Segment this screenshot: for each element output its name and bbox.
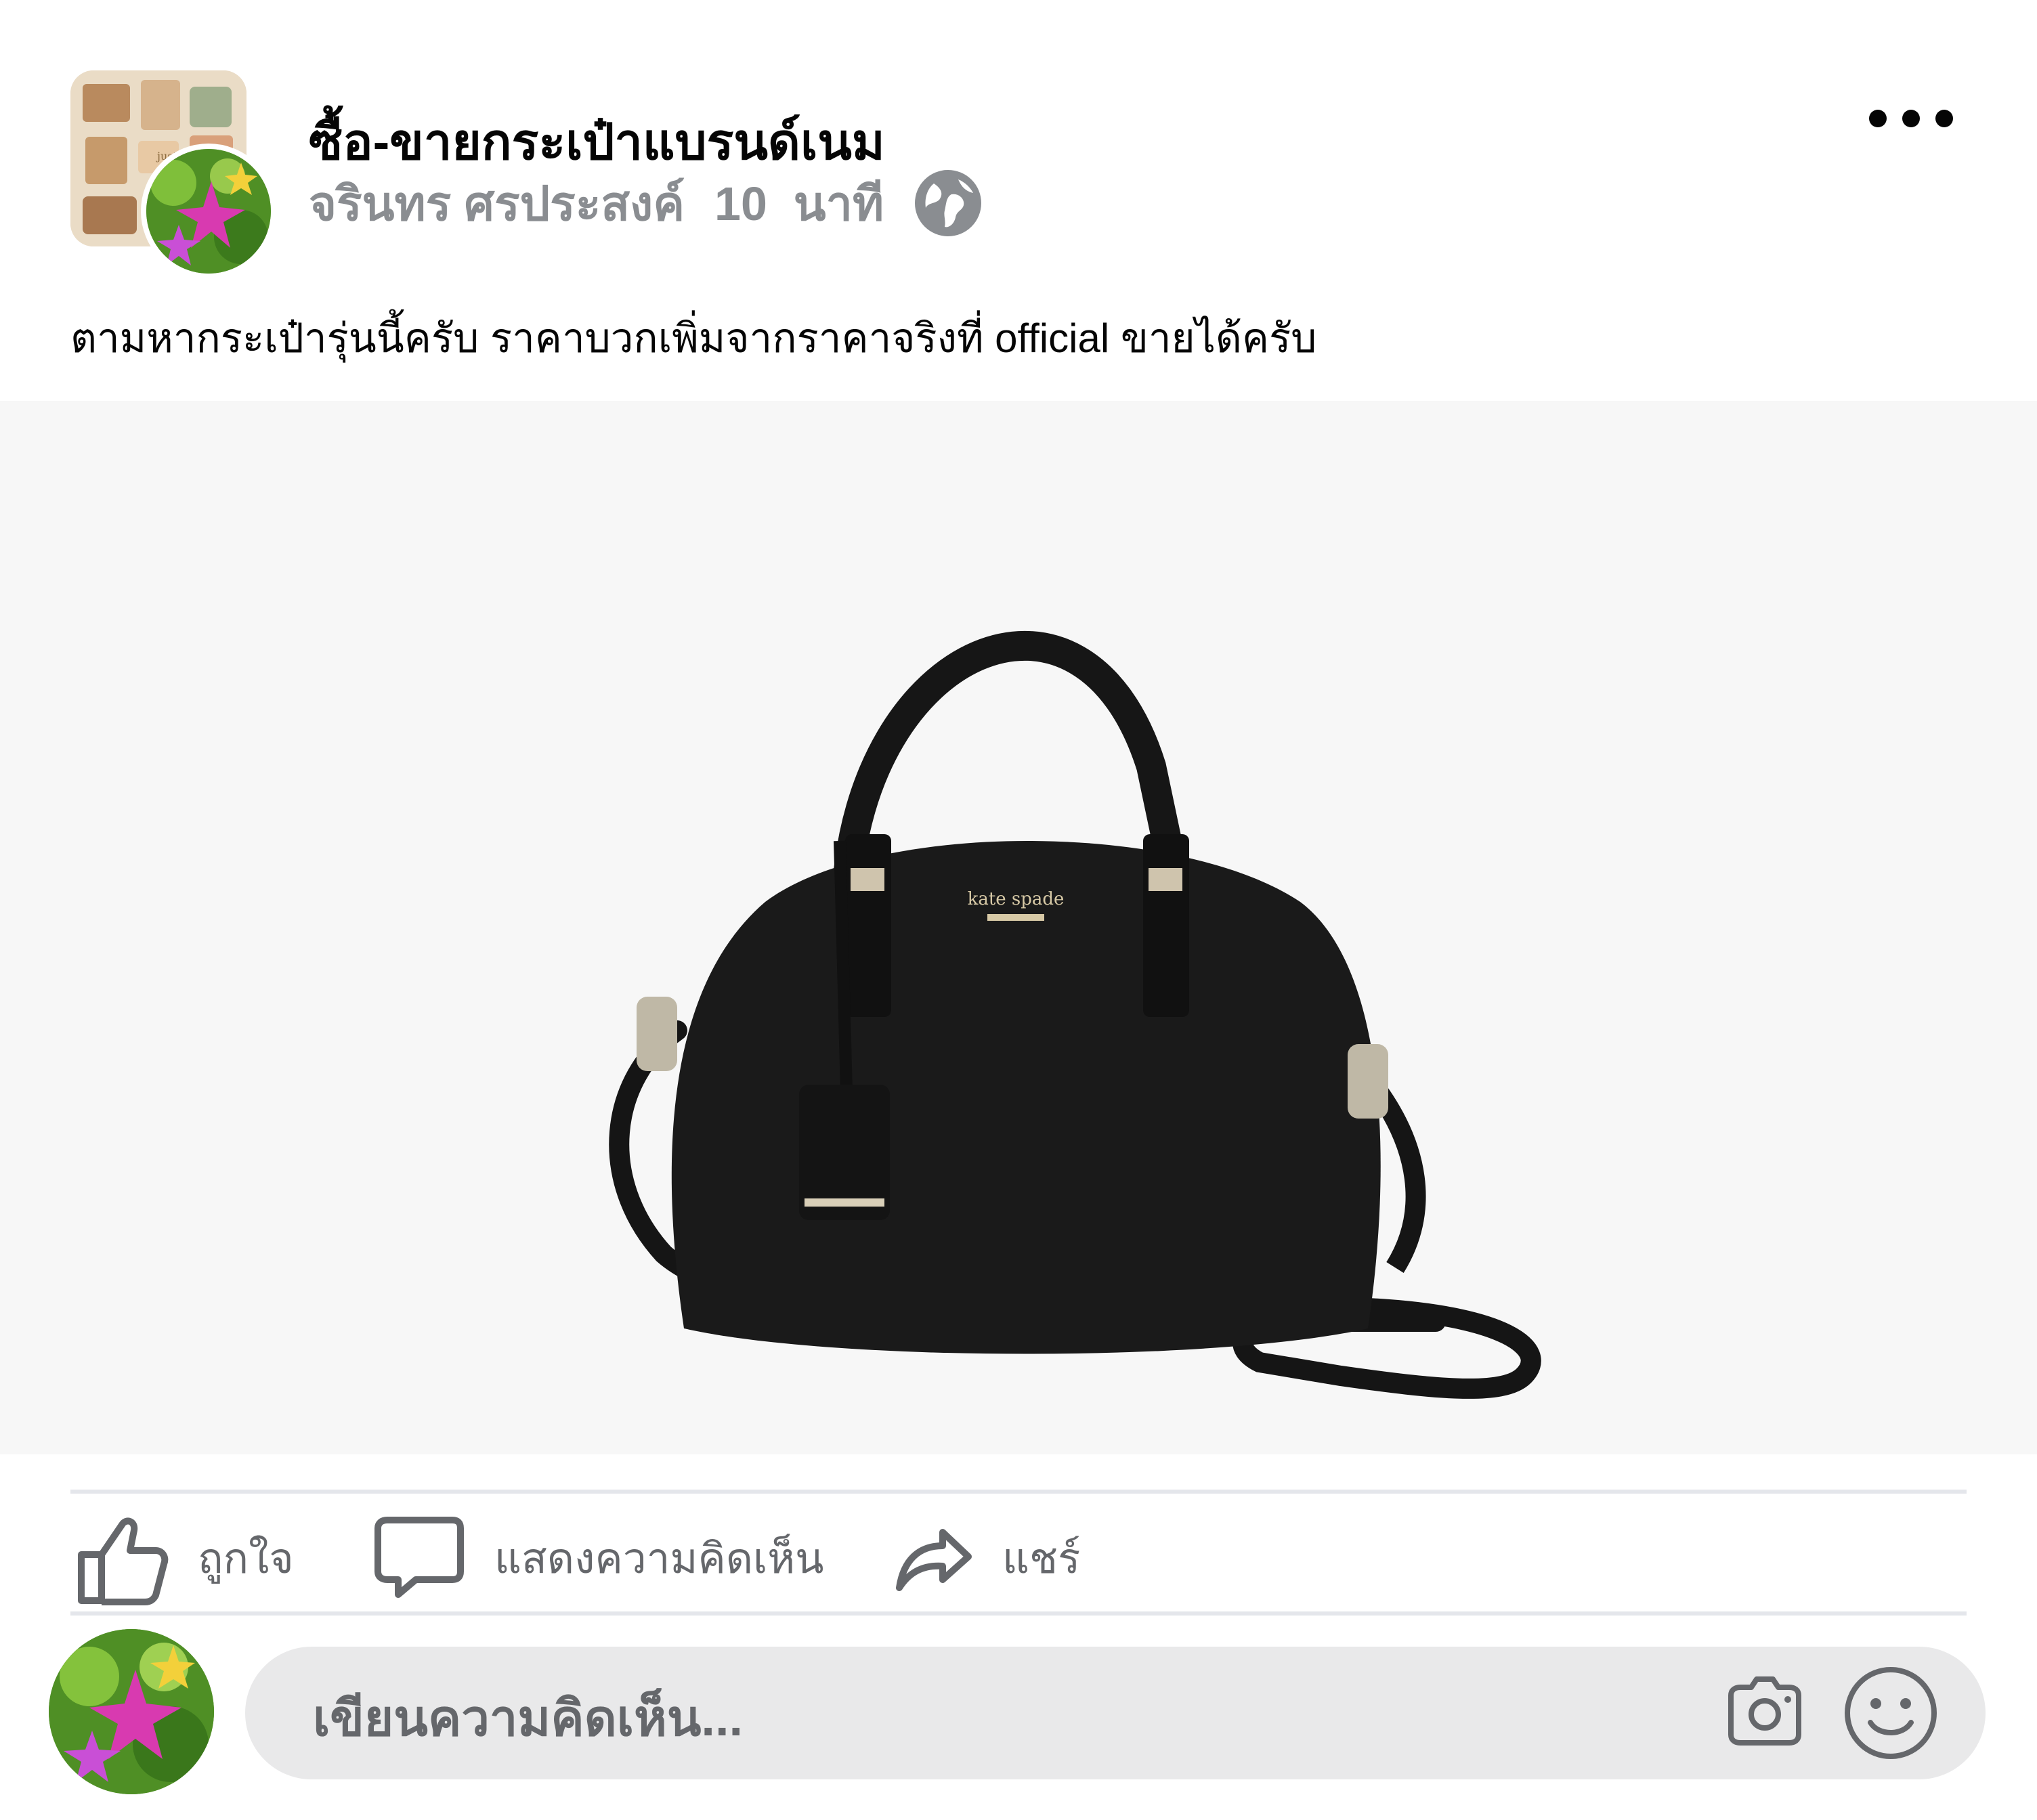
- comment-placeholder[interactable]: เขียนความคิดเห็น...: [313, 1678, 743, 1758]
- share-arrow-icon: [893, 1521, 974, 1596]
- more-dot-icon: [1902, 110, 1920, 127]
- like-label: ถูกใจ: [198, 1536, 294, 1582]
- author-avatar[interactable]: [141, 144, 276, 279]
- post-time[interactable]: 10 นาที: [714, 166, 884, 241]
- emoji-icon[interactable]: [1843, 1666, 1938, 1760]
- viewer-avatar[interactable]: [49, 1629, 214, 1794]
- post-meta: จรินทร ศรประสงค์ 10 นาที: [309, 169, 983, 237]
- brand-logo-text: kate spade: [968, 889, 1065, 909]
- globe-icon: [914, 169, 983, 238]
- share-label: แชร์: [1002, 1536, 1081, 1582]
- thumbs-up-icon: [70, 1511, 169, 1606]
- like-button[interactable]: ถูกใจ: [70, 1504, 294, 1613]
- more-dot-icon: [1935, 110, 1953, 127]
- comment-label: แสดงความคิดเห็น: [494, 1536, 824, 1582]
- comment-button[interactable]: แสดงความคิดเห็น: [368, 1504, 824, 1613]
- author-name[interactable]: จรินทร ศรประสงค์: [309, 166, 685, 241]
- post-photo[interactable]: kate spade: [0, 401, 2037, 1454]
- post-caption: ตามหากระเป๋ารุ่นนี้ครับ ราคาบวกเพิ่มจากร…: [70, 316, 1317, 361]
- more-options-button[interactable]: [1869, 95, 1953, 142]
- share-button[interactable]: แชร์: [893, 1504, 1080, 1613]
- comment-bubble-icon: [368, 1515, 466, 1603]
- divider-top: [70, 1490, 1967, 1494]
- more-dot-icon: [1869, 110, 1887, 127]
- camera-icon[interactable]: [1723, 1672, 1807, 1748]
- divider-bottom: [70, 1611, 1967, 1616]
